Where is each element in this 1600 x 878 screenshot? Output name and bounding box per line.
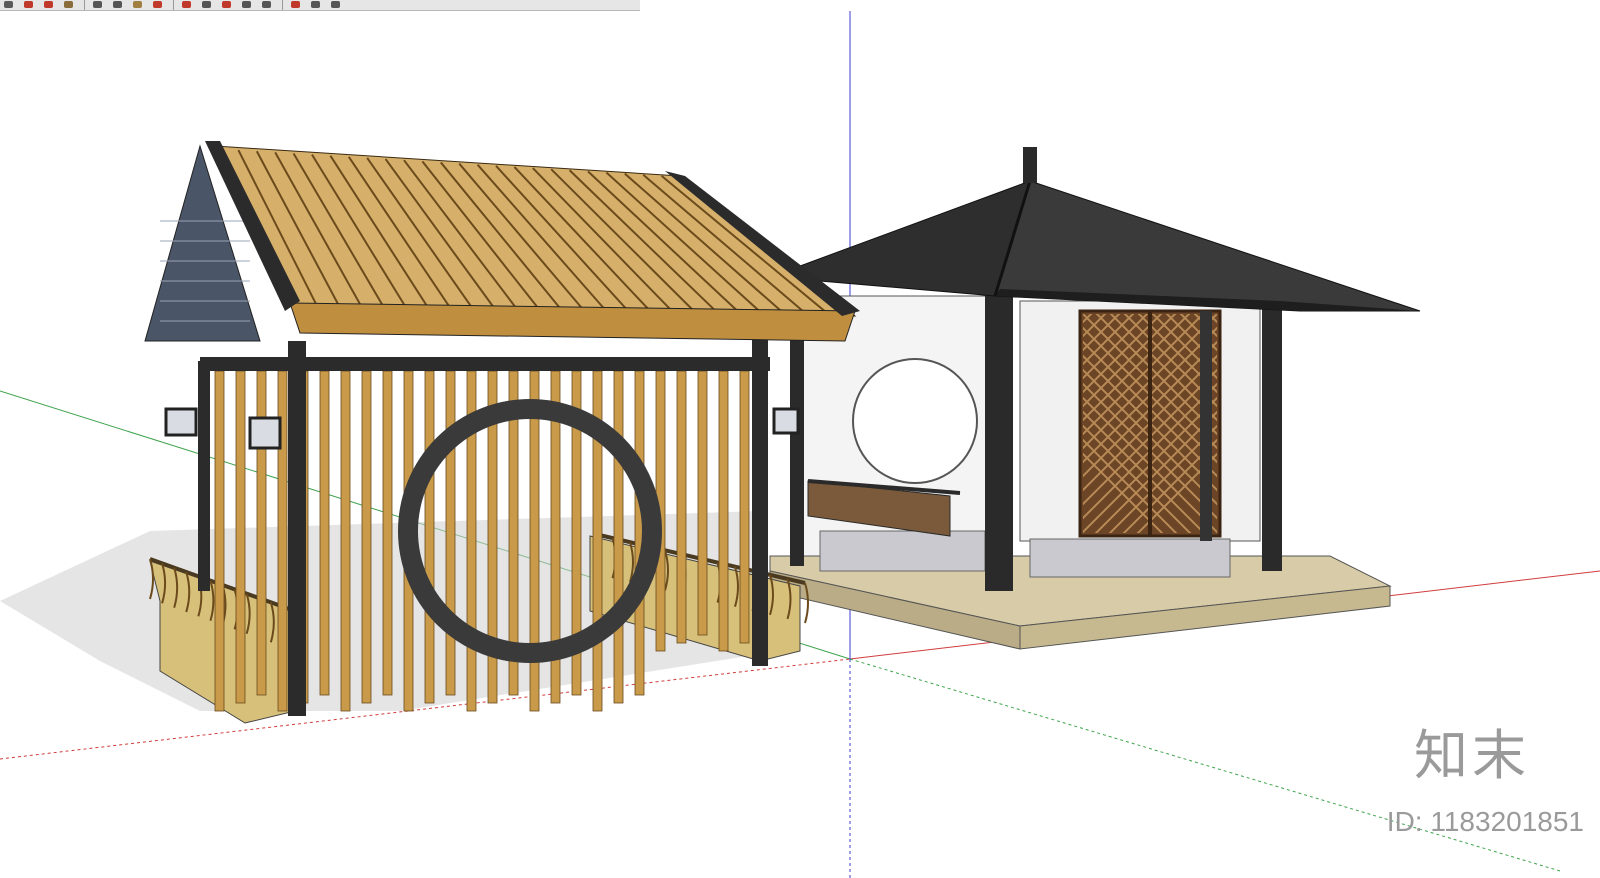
lattice-bar	[1290, 311, 1515, 536]
lattice-bar	[1262, 311, 1487, 536]
toolbar-separator	[173, 0, 174, 10]
pergola-moon-gate[interactable]	[144, 141, 860, 724]
slat	[718, 370, 729, 652]
pavilion-column-3	[1262, 301, 1282, 571]
rotate-tool-icon[interactable]	[198, 0, 216, 10]
model-canvas[interactable]	[0, 11, 1600, 878]
slat	[424, 370, 435, 704]
orbit-tool-icon[interactable]	[287, 0, 305, 10]
lattice-bar	[1346, 311, 1571, 536]
slat	[697, 370, 708, 636]
frame-post-right	[752, 336, 768, 666]
zoom-tool-icon[interactable]	[327, 0, 345, 10]
lantern-right	[772, 407, 800, 435]
slat	[382, 370, 393, 696]
pan-tool-icon[interactable]	[307, 0, 325, 10]
pavilion-roof-right-face	[994, 180, 1421, 312]
slat	[319, 370, 330, 696]
select-tool-icon[interactable]	[0, 0, 18, 10]
lattice-bar	[1332, 311, 1557, 536]
slat	[361, 370, 372, 704]
sketchup-toolbar	[0, 0, 640, 11]
paint-bucket-icon[interactable]	[40, 0, 58, 10]
lattice-bar	[1318, 311, 1543, 536]
slat	[445, 370, 456, 696]
make-component-icon[interactable]	[60, 0, 78, 10]
push-pull-icon[interactable]	[149, 0, 167, 10]
watermark-id: ID: 1183201851	[1386, 806, 1584, 837]
toolbar-separator	[282, 0, 283, 10]
slat	[676, 370, 687, 644]
tape-measure-icon[interactable]	[238, 0, 256, 10]
toolbar-separator	[84, 0, 85, 10]
line-tool-icon[interactable]	[89, 0, 107, 10]
pavilion-column-4	[1200, 311, 1212, 541]
pavilion-column-1	[790, 311, 804, 566]
rectangle-tool-icon[interactable]	[129, 0, 147, 10]
slat	[739, 370, 750, 644]
square-pavilion[interactable]	[729, 147, 1571, 650]
slat	[235, 370, 246, 704]
pavilion-moon-window	[852, 358, 978, 484]
offset-tool-icon[interactable]	[218, 0, 236, 10]
arc-tool-icon[interactable]	[109, 0, 127, 10]
pavilion-roof-left-face	[798, 180, 1031, 297]
move-tool-icon[interactable]	[178, 0, 196, 10]
slat	[340, 370, 351, 712]
watermark-brand: 知末	[1414, 724, 1530, 787]
3d-viewport[interactable]	[0, 11, 1600, 878]
pavilion-column-2	[985, 291, 1013, 591]
pavilion-stone-plinth-left	[819, 530, 986, 572]
pavilion-finial	[1023, 147, 1037, 183]
lattice-bar	[1304, 311, 1529, 536]
frame-post-back	[198, 361, 210, 591]
slat	[214, 370, 225, 712]
lattice-bar	[1276, 311, 1501, 536]
frame-post-left	[288, 341, 306, 716]
pavilion-stone-plinth-right	[1029, 538, 1231, 578]
frame-beam	[200, 357, 770, 371]
eraser-icon[interactable]	[20, 0, 38, 10]
text-tool-icon[interactable]	[258, 0, 276, 10]
